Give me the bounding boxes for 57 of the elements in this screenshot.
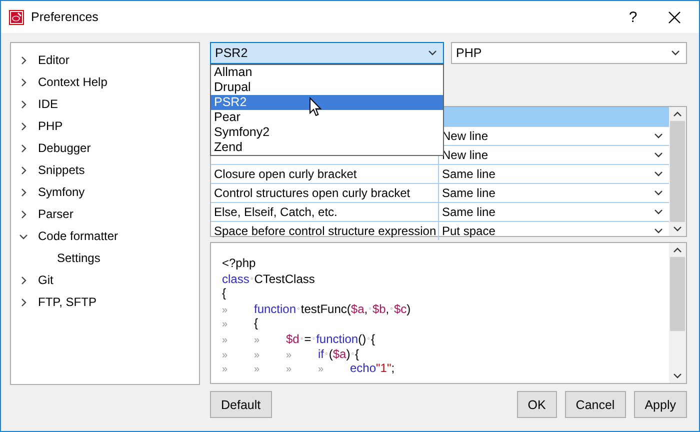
tree-item[interactable]: Symfony (11, 181, 199, 203)
scroll-down-icon (673, 226, 682, 232)
table-cell: Control structures open curly bracket (211, 184, 439, 202)
table-cell: Else, Elseif, Catch, etc. (211, 203, 439, 221)
dropdown-option[interactable]: Allman (211, 65, 443, 80)
scroll-up-icon (673, 247, 682, 253)
chevron-down-icon (671, 50, 680, 56)
chevron-down-icon (654, 171, 663, 177)
chevron-down-icon (654, 133, 663, 139)
code-line: » { (222, 316, 260, 331)
scrollbar[interactable] (669, 243, 686, 383)
language-dropdown[interactable]: PHP (451, 42, 687, 64)
value-dropdown[interactable]: Same line (439, 165, 669, 183)
tree-item[interactable]: Git (11, 269, 199, 291)
dropdown-option[interactable]: Drupal (211, 80, 443, 95)
default-button[interactable]: Default (210, 391, 272, 418)
code-line: <?php (222, 256, 257, 271)
tree-item[interactable]: Code formatter (11, 225, 199, 247)
tree-item[interactable]: Editor (11, 49, 199, 71)
table-cell: Closure open curly bracket (211, 165, 439, 183)
tree-item[interactable]: Snippets (11, 159, 199, 181)
code-line: » » $d$^{◦}$=$^{◦}$function()$^{◦}${ (222, 331, 376, 346)
code-line: » » » if$^{◦}$($a)$^{◦}${ (222, 346, 360, 361)
code-line: { (222, 286, 228, 301)
mouse-pointer-icon (309, 97, 322, 117)
code-line: » » » » echo"1"; (222, 361, 396, 376)
value-dropdown[interactable]: Same line (439, 203, 669, 221)
dropdown-option[interactable]: Symfony2 (211, 125, 443, 140)
chevron-down-icon (654, 209, 663, 215)
dropdown-option[interactable]: Pear (211, 110, 443, 125)
scroll-down-icon (673, 373, 682, 379)
tree-item[interactable]: Context Help (11, 71, 199, 93)
scrollbar[interactable] (669, 107, 686, 236)
code-line: class$^{◦}$CTestClass (222, 271, 316, 286)
dialog-button[interactable]: OK (516, 391, 557, 418)
app-icon (9, 10, 24, 24)
scroll-up-icon (673, 111, 682, 117)
tree-item[interactable]: Parser (11, 203, 199, 225)
tree-item[interactable]: Settings (11, 247, 199, 269)
dialog-button[interactable]: Apply (634, 391, 687, 418)
value-dropdown[interactable]: Same line (439, 184, 669, 202)
chevron-down-icon (428, 50, 437, 56)
dialog-button[interactable]: Cancel (564, 391, 626, 418)
chevron-down-icon (654, 228, 663, 234)
profile-dropdown[interactable]: PSR2 (210, 42, 444, 64)
close-icon[interactable] (668, 10, 681, 24)
table-cell: Space before control structure expression (211, 222, 439, 240)
window-title: Preferences (31, 10, 100, 24)
chevron-down-icon (654, 190, 663, 196)
code-line: » function$^{◦}$testFunc($a,$^{◦}$$b,$^{◦}$$c) (222, 301, 412, 316)
tree-item[interactable]: IDE (11, 93, 199, 115)
value-dropdown[interactable]: Put space (439, 222, 669, 240)
tree-item[interactable]: Debugger (11, 137, 199, 159)
tree-item[interactable]: PHP (11, 115, 199, 137)
tree-item[interactable]: FTP, SFTP (11, 291, 199, 313)
chevron-down-icon (654, 152, 663, 158)
help-button[interactable]: ? (618, 8, 648, 26)
